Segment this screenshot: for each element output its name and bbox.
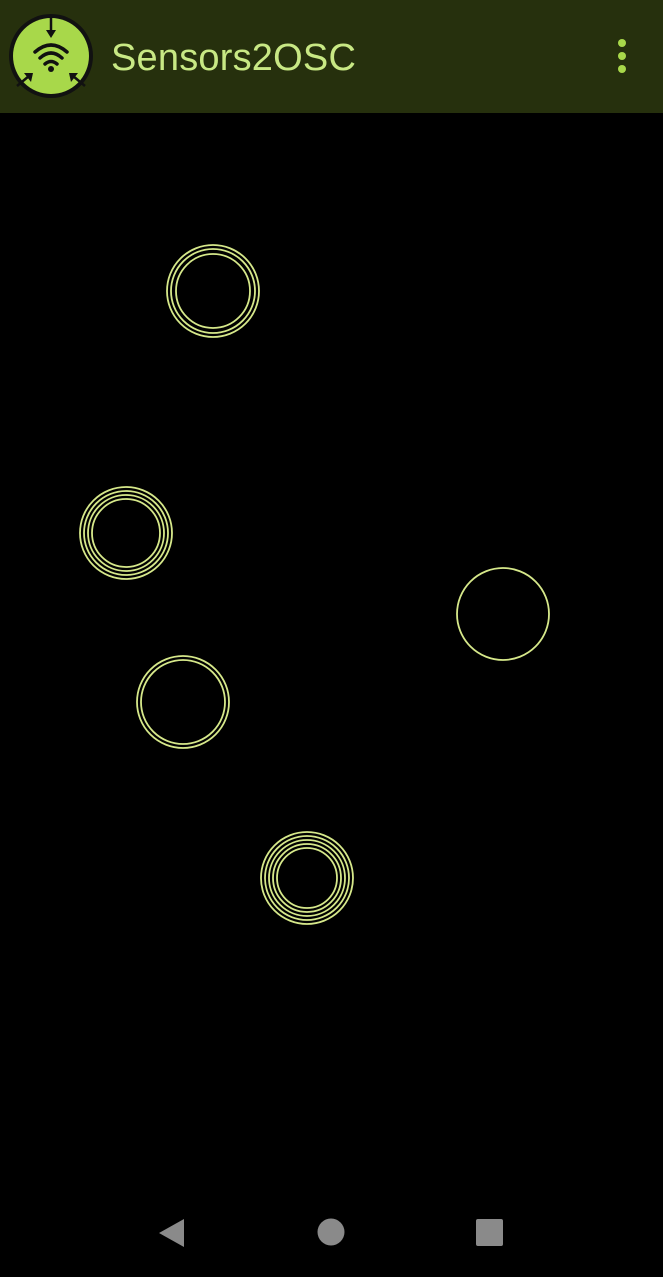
home-circle-icon[interactable] bbox=[291, 1200, 371, 1266]
touch-ring bbox=[83, 490, 169, 576]
touch-point bbox=[136, 655, 230, 749]
touch-ring bbox=[175, 253, 251, 329]
back-triangle-icon[interactable] bbox=[131, 1200, 211, 1266]
app-logo-icon bbox=[9, 14, 93, 98]
touch-ring bbox=[272, 843, 342, 913]
touch-point bbox=[166, 244, 260, 338]
touch-point bbox=[456, 567, 550, 661]
touch-ring bbox=[276, 847, 338, 909]
touch-ring bbox=[136, 655, 230, 749]
touch-ring bbox=[268, 839, 346, 917]
touch-canvas[interactable] bbox=[0, 113, 663, 1200]
recents-square-icon[interactable] bbox=[449, 1200, 529, 1266]
touch-point bbox=[260, 831, 354, 925]
more-vert-icon[interactable] bbox=[604, 34, 640, 78]
multitouch-area[interactable] bbox=[0, 113, 663, 1200]
touch-ring bbox=[260, 831, 354, 925]
touch-ring bbox=[456, 567, 550, 661]
touch-ring bbox=[170, 248, 256, 334]
app-bar: Sensors2OSC bbox=[0, 0, 663, 113]
touch-ring bbox=[91, 498, 161, 568]
touch-ring bbox=[87, 494, 165, 572]
app-title: Sensors2OSC bbox=[111, 37, 357, 79]
touch-point bbox=[79, 486, 173, 580]
system-nav-bar bbox=[0, 1200, 663, 1277]
touch-ring bbox=[140, 659, 226, 745]
touch-ring bbox=[166, 244, 260, 338]
touch-ring bbox=[79, 486, 173, 580]
